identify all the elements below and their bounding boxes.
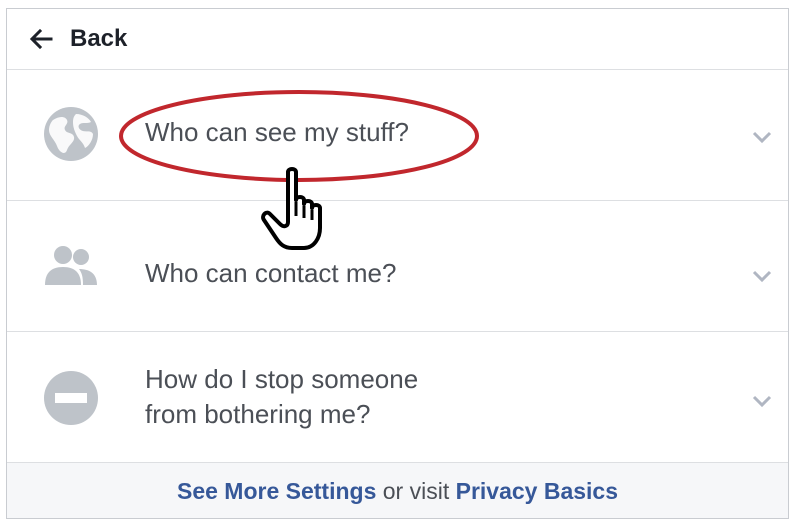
block-icon xyxy=(44,371,98,425)
footer: See More Settings or visit Privacy Basic… xyxy=(7,463,788,518)
row-label-line1: How do I stop someone xyxy=(145,364,419,394)
privacy-shortcuts-panel: Back Who can see my stuff? Who can conta… xyxy=(6,8,789,519)
row-label: Who can contact me? xyxy=(145,258,397,288)
back-label: Back xyxy=(70,25,128,52)
see-more-settings-link[interactable]: See More Settings xyxy=(177,478,376,504)
row-label: Who can see my stuff? xyxy=(145,117,409,147)
row-who-can-see-my-stuff[interactable]: Who can see my stuff? xyxy=(7,70,788,201)
row-stop-someone-bothering[interactable]: How do I stop someone from bothering me? xyxy=(7,332,788,463)
footer-middle-text: or visit xyxy=(376,478,456,504)
globe-icon xyxy=(44,107,98,161)
row-who-can-contact-me[interactable]: Who can contact me? xyxy=(7,201,788,332)
privacy-basics-link[interactable]: Privacy Basics xyxy=(456,478,618,504)
chevron-down-icon[interactable] xyxy=(751,130,773,144)
people-icon xyxy=(45,246,97,285)
chevron-down-icon[interactable] xyxy=(751,269,773,283)
left-arrow-icon xyxy=(29,28,53,50)
back-button[interactable]: Back xyxy=(7,9,788,70)
chevron-down-icon[interactable] xyxy=(751,394,773,408)
row-label-line2: from bothering me? xyxy=(145,399,371,429)
